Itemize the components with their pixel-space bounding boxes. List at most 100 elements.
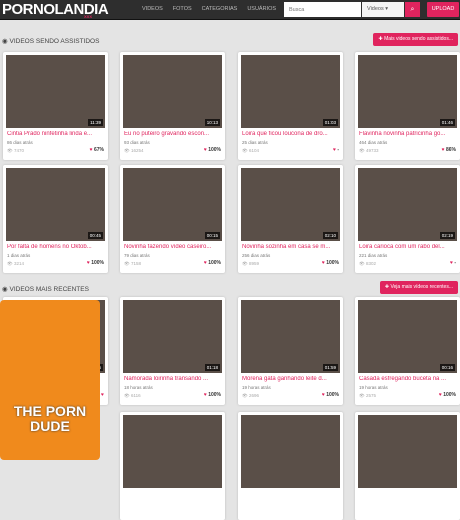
video-rating: ♥ 100% xyxy=(321,392,339,398)
video-date: 18 horas atrás xyxy=(124,385,153,390)
eye-icon: 👁 xyxy=(359,261,365,266)
video-rating: ♥ 100% xyxy=(203,392,221,398)
video-duration: 01:46 xyxy=(439,119,455,126)
video-rating: ♥ - xyxy=(449,260,456,266)
search-button[interactable]: ⌕ xyxy=(405,2,420,17)
video-card[interactable]: 01:18 Namorada loirinha transando ... 18… xyxy=(120,297,225,405)
video-date: 25 dias atrás xyxy=(242,140,268,145)
video-card[interactable]: 01:03 Loira que ficou loucona de dro... … xyxy=(238,52,343,160)
menu-fotos[interactable]: FOTOS xyxy=(173,6,192,12)
video-thumbnail[interactable]: 02:10 xyxy=(241,168,340,241)
heart-icon: ♥ xyxy=(321,260,325,266)
video-views: 👁 8302 xyxy=(359,261,376,266)
video-rating: ♥ 100% xyxy=(203,260,221,266)
video-card[interactable]: 01:46 Flavinha novinha patricinha go... … xyxy=(355,52,460,160)
eye-icon: 👁 xyxy=(124,261,130,266)
video-views: 👁 3214 xyxy=(7,261,24,266)
video-views: 👁 7158 xyxy=(124,261,141,266)
video-thumbnail[interactable]: 02:19 xyxy=(358,168,457,241)
video-card[interactable] xyxy=(355,412,460,520)
video-card[interactable] xyxy=(238,412,343,520)
eye-icon: 👁 xyxy=(242,148,248,153)
more-videos-button[interactable]: ✚ Mais videos sendo assistidos... xyxy=(373,33,458,46)
video-title[interactable]: Cintia Prado ninfetinha linda e... xyxy=(7,131,105,137)
video-card[interactable]: 10:13 Eu no puteiro gravando escon... 93… xyxy=(120,52,225,160)
video-card[interactable]: 02:19 Loira carioca com um rabo del... 2… xyxy=(355,165,460,273)
video-thumbnail[interactable] xyxy=(358,415,457,488)
heart-icon: ♥ xyxy=(86,260,90,266)
video-rating: ♥ xyxy=(101,392,104,398)
menu-categorias[interactable]: CATEGORIAS xyxy=(202,6,238,12)
video-thumbnail[interactable]: 10:13 xyxy=(123,55,222,128)
video-date: 93 dias atrás xyxy=(124,140,150,145)
upload-button[interactable]: UPLOAD xyxy=(427,2,459,17)
video-rating: ♥ 67% xyxy=(89,147,104,153)
video-title[interactable]: Eu no puteiro gravando escon... xyxy=(124,131,222,137)
eye-icon: 👁 xyxy=(124,393,130,398)
heart-icon: ♥ xyxy=(321,392,325,398)
video-duration: 11:39 xyxy=(88,119,103,126)
video-views: 👁 7470 xyxy=(7,148,24,153)
eye-icon: 👁 xyxy=(242,393,248,398)
menu-usuarios[interactable]: USUÁRIOS xyxy=(247,6,276,12)
video-card[interactable]: 00:45 Por falta de homens no Oktob... 1 … xyxy=(3,165,108,273)
menu-videos[interactable]: VIDEOS xyxy=(142,6,163,12)
video-title[interactable]: Loira que ficou loucona de dro... xyxy=(242,131,340,137)
video-thumbnail[interactable]: 01:03 xyxy=(241,55,340,128)
video-thumbnail[interactable]: 01:46 xyxy=(358,55,457,128)
ad-logo-text: THE PORN DUDE xyxy=(13,403,87,434)
video-rating: ♥ 86% xyxy=(441,147,456,153)
video-views: 👁 2696 xyxy=(242,393,259,398)
video-card[interactable]: 00:16 Casada esfregando buceta na ... 19… xyxy=(355,297,460,405)
video-rating: ♥ 100% xyxy=(203,147,221,153)
more-videos-button[interactable]: ✚ Veja mais vídeos recentes... xyxy=(379,281,458,294)
video-card[interactable]: 02:10 Novinha sozinha em casa se m... 25… xyxy=(238,165,343,273)
video-views: 👁 16254 xyxy=(124,148,144,153)
video-duration: 01:59 xyxy=(322,364,338,371)
video-date: 256 dias atrás xyxy=(242,253,271,258)
heart-icon: ♥ xyxy=(89,147,93,153)
video-rating: ♥ - xyxy=(332,147,339,153)
eye-icon: 👁 xyxy=(359,148,365,153)
eye-icon: 👁 xyxy=(124,148,130,153)
video-title[interactable]: Novinha sozinha em casa se m... xyxy=(242,244,340,250)
logo-sub: XXX xyxy=(84,14,93,19)
search-type-select[interactable]: Videos ▾ xyxy=(362,2,404,17)
logo[interactable]: PORNOLANDIA xyxy=(2,1,109,18)
video-date: 221 dias atrás xyxy=(359,253,388,258)
video-thumbnail[interactable]: 00:15 xyxy=(123,168,222,241)
video-views: 👁 6116 xyxy=(124,393,141,398)
video-rating: ♥ 100% xyxy=(86,260,104,266)
video-title[interactable]: Loira carioca com um rabo del... xyxy=(359,244,457,250)
eye-icon: 👁 xyxy=(242,261,248,266)
section-title: ◉ VIDEOS MAIS RECENTES xyxy=(2,286,89,293)
video-title[interactable]: Por falta de homens no Oktob... xyxy=(7,244,105,250)
video-card[interactable]: 11:39 Cintia Prado ninfetinha linda e...… xyxy=(3,52,108,160)
video-title[interactable]: Morena gata ganhando leite d... xyxy=(242,376,340,382)
search-input[interactable] xyxy=(284,2,361,17)
video-views: 👁 2575 xyxy=(359,393,376,398)
video-title[interactable]: Casada esfregando buceta na ... xyxy=(359,376,457,382)
video-thumbnail[interactable] xyxy=(241,415,340,488)
video-card[interactable]: 00:15 Novinha fazendo vídeo caseiro... 7… xyxy=(120,165,225,273)
video-rating: ♥ 100% xyxy=(438,392,456,398)
video-date: 1 dias atrás xyxy=(7,253,31,258)
video-thumbnail[interactable] xyxy=(123,415,222,488)
section-title: ◉ VIDEOS SENDO ASSISTIDOS xyxy=(2,38,100,45)
heart-icon: ♥ xyxy=(203,392,207,398)
video-title[interactable]: Namorada loirinha transando ... xyxy=(124,376,222,382)
video-thumbnail[interactable]: 11:39 xyxy=(6,55,105,128)
video-thumbnail[interactable]: 01:18 xyxy=(123,300,222,373)
video-title[interactable]: Flavinha novinha patricinha go... xyxy=(359,131,457,137)
heart-icon: ♥ xyxy=(101,392,104,398)
porndude-ad-banner[interactable]: THE PORN DUDE xyxy=(0,300,100,460)
video-thumbnail[interactable]: 00:16 xyxy=(358,300,457,373)
video-thumbnail[interactable]: 00:45 xyxy=(6,168,105,241)
video-duration: 02:19 xyxy=(439,232,455,239)
eye-icon: 👁 xyxy=(7,148,13,153)
video-card[interactable]: 01:59 Morena gata ganhando leite d... 19… xyxy=(238,297,343,405)
video-title[interactable]: Novinha fazendo vídeo caseiro... xyxy=(124,244,222,250)
video-thumbnail[interactable]: 01:59 xyxy=(241,300,340,373)
video-card[interactable] xyxy=(120,412,225,520)
video-rating: ♥ 100% xyxy=(321,260,339,266)
